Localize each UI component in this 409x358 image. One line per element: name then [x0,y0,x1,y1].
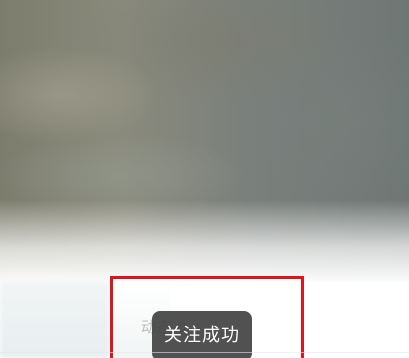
toast-message: 关注成功 [164,325,240,346]
screen: 动态 0 关注成功 [0,0,409,358]
blurred-content-left [0,282,110,358]
divider [0,352,409,353]
cover-fade [0,200,409,285]
follow-success-toast: 关注成功 [152,311,252,358]
